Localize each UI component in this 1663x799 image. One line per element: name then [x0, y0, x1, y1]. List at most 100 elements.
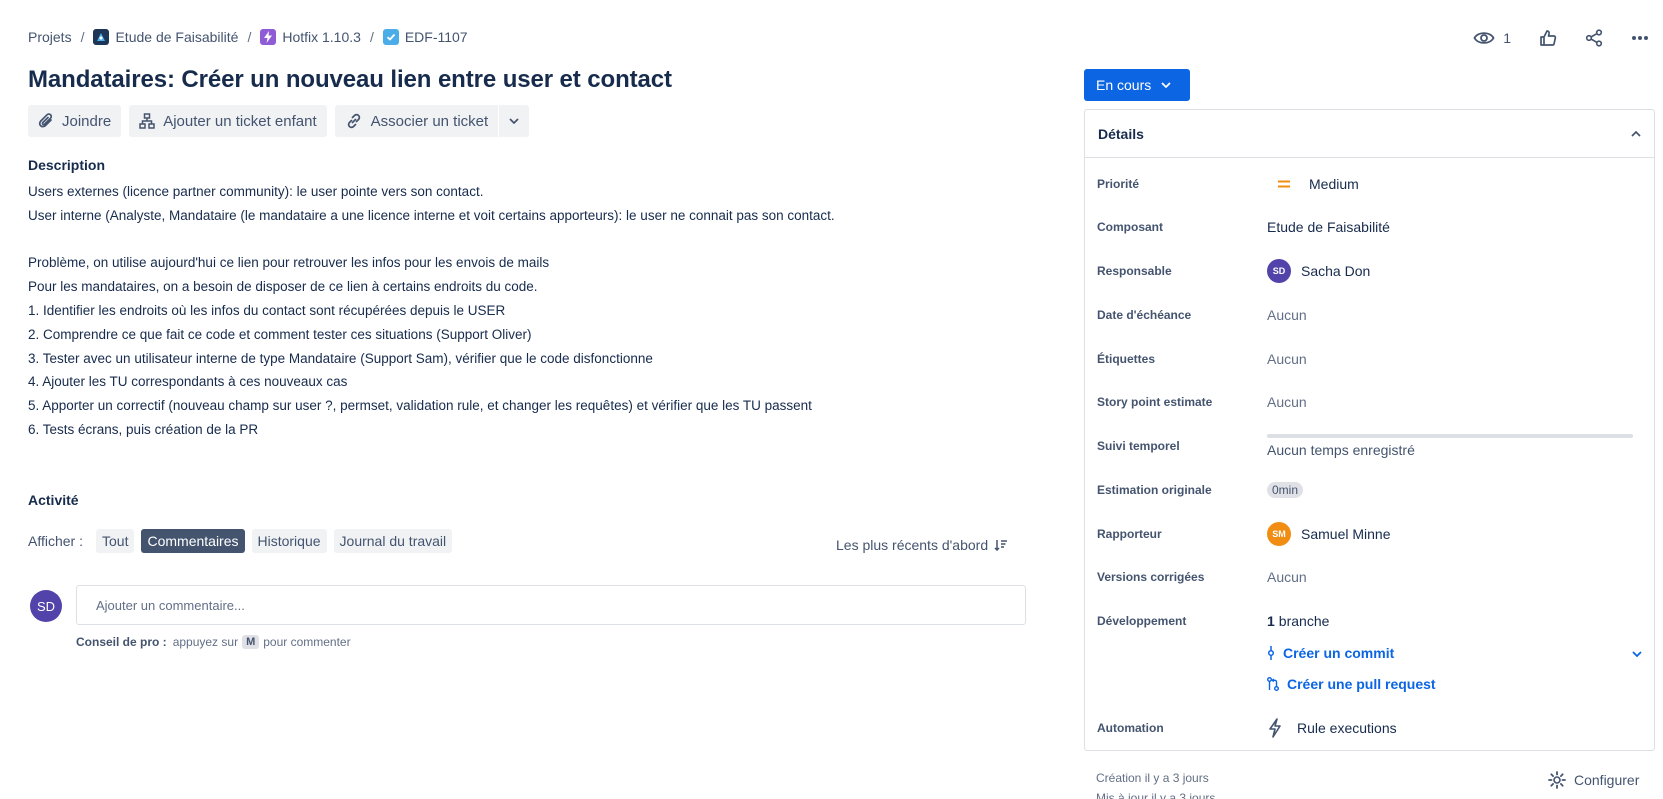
- field-value: Aucun: [1267, 569, 1307, 585]
- field-time-tracking[interactable]: Suivi temporel Aucun temps enregistré: [1097, 434, 1642, 458]
- field-label: Story point estimate: [1097, 395, 1213, 409]
- development-expand-toggle[interactable]: [1632, 644, 1642, 662]
- branch-word: branche: [1278, 613, 1330, 629]
- field-component[interactable]: Composant Etude de Faisabilité: [1097, 215, 1642, 239]
- field-assignee[interactable]: Responsable SD Sacha Don: [1097, 259, 1642, 283]
- field-label: Suivi temporel: [1097, 439, 1180, 453]
- chevron-down-icon: [1161, 82, 1171, 88]
- protip-label: Conseil de pro :: [76, 635, 167, 649]
- field-reporter[interactable]: Rapporteur SM Samuel Minne: [1097, 522, 1642, 546]
- description-line: 2. Comprendre ce que fait ce code et com…: [28, 326, 532, 342]
- filter-comments[interactable]: Commentaires: [141, 529, 245, 553]
- breadcrumb-projects[interactable]: Projets: [28, 29, 72, 45]
- breadcrumb-project-label: Etude de Faisabilité: [115, 29, 239, 45]
- configure-label: Configurer: [1574, 772, 1640, 788]
- field-label: Automation: [1097, 721, 1164, 735]
- priority-medium-icon: [1278, 180, 1290, 188]
- breadcrumb-issue[interactable]: EDF-1107: [382, 29, 468, 45]
- field-value: Medium: [1309, 176, 1359, 192]
- sort-order-label: Les plus récents d'abord: [836, 537, 989, 553]
- description-line: Problème, on utilise aujourd'hui ce lien…: [28, 255, 550, 271]
- field-priority[interactable]: Priorité Medium: [1097, 172, 1642, 196]
- configure-button[interactable]: Configurer: [1548, 771, 1639, 789]
- field-story-points[interactable]: Story point estimate Aucun: [1097, 390, 1642, 414]
- pull-request-icon: [1267, 677, 1279, 691]
- chevron-down-icon: [509, 118, 519, 124]
- more-create-dropdown[interactable]: [499, 105, 529, 137]
- field-automation[interactable]: Automation Rule executions: [1097, 716, 1642, 740]
- attach-label: Joindre: [62, 112, 112, 130]
- field-label: Versions corrigées: [1097, 570, 1205, 584]
- field-value: Aucun: [1267, 351, 1307, 367]
- description-line: Pour les mandataires, on a besoin de dis…: [28, 279, 538, 295]
- description-body[interactable]: Users externes (licence partner communit…: [28, 180, 978, 442]
- chevron-down-icon: [1632, 651, 1642, 658]
- assignee-avatar: SD: [1267, 259, 1291, 283]
- commit-icon: [1267, 646, 1275, 660]
- protip-suffix: pour commenter: [263, 635, 351, 649]
- updated-timestamp: Mis à jour il y a 3 jours: [1096, 791, 1216, 799]
- create-commit-link[interactable]: Créer un commit: [1267, 645, 1394, 661]
- sort-order-button[interactable]: Les plus récents d'abord: [836, 537, 1008, 553]
- create-pr-row: Créer une pull request: [1267, 672, 1642, 696]
- description-line: Users externes (licence partner communit…: [28, 184, 484, 199]
- breadcrumb-issue-key: EDF-1107: [404, 29, 468, 45]
- gear-icon: [1548, 771, 1566, 789]
- activity-heading: Activité: [28, 492, 79, 508]
- watch-button[interactable]: 1: [1469, 24, 1515, 52]
- issue-title[interactable]: Mandataires: Créer un nouveau lien entre…: [28, 66, 672, 94]
- filter-history[interactable]: Historique: [251, 529, 327, 553]
- hierarchy-icon: [139, 113, 155, 129]
- field-value: 0min: [1267, 482, 1304, 498]
- status-button[interactable]: En cours: [1084, 69, 1190, 101]
- field-development: Développement 1 branche: [1097, 609, 1642, 633]
- breadcrumb-version-label: Hotfix 1.10.3: [282, 29, 361, 45]
- description-line: 1. Identifier les endroits où les infos …: [28, 302, 506, 318]
- share-button[interactable]: [1581, 24, 1607, 52]
- details-panel: Détails Priorité Medium Composant Etude …: [1084, 109, 1655, 751]
- breadcrumb: Projets / Etude de Faisabilité / Hotfix …: [28, 29, 468, 45]
- sort-descending-icon: [994, 540, 1008, 551]
- field-label: Date d'échéance: [1097, 308, 1192, 322]
- breadcrumb-project[interactable]: Etude de Faisabilité: [93, 29, 238, 45]
- add-child-button[interactable]: Ajouter un ticket enfant: [129, 105, 327, 137]
- watchers-count: 1: [1503, 30, 1511, 46]
- branch-summary[interactable]: 1 branche: [1267, 613, 1329, 629]
- field-value: Samuel Minne: [1301, 526, 1391, 542]
- activity-show-label: Afficher :: [28, 533, 83, 549]
- filter-worklog[interactable]: Journal du travail: [333, 529, 453, 553]
- add-child-label: Ajouter un ticket enfant: [163, 112, 317, 130]
- lightning-icon: [260, 29, 277, 45]
- link-issue-button[interactable]: Associer un ticket: [335, 105, 499, 137]
- create-pull-request-link[interactable]: Créer une pull request: [1267, 676, 1436, 692]
- field-value: Sacha Don: [1301, 263, 1371, 279]
- details-header[interactable]: Détails: [1085, 110, 1654, 158]
- field-fix-versions[interactable]: Versions corrigées Aucun: [1097, 565, 1642, 589]
- description-line: [28, 228, 978, 252]
- field-labels[interactable]: Étiquettes Aucun: [1097, 347, 1642, 371]
- create-pr-label: Créer une pull request: [1287, 676, 1436, 692]
- field-label: Étiquettes: [1097, 352, 1156, 366]
- field-value: Aucun: [1267, 394, 1307, 410]
- lightning-bolt-icon: [1269, 718, 1281, 738]
- description-line: 4. Ajouter les TU correspondants à ces n…: [28, 374, 348, 390]
- branch-count: 1: [1267, 613, 1275, 629]
- attach-button[interactable]: Joindre: [28, 105, 122, 137]
- field-value: Aucun temps enregistré: [1267, 442, 1415, 458]
- thumbs-up-icon: [1540, 30, 1557, 46]
- field-original-estimate[interactable]: Estimation originale 0min: [1097, 478, 1642, 502]
- field-label: Rapporteur: [1097, 527, 1162, 541]
- vote-button[interactable]: [1535, 24, 1561, 52]
- field-due-date[interactable]: Date d'échéance Aucun: [1097, 303, 1642, 327]
- comment-input[interactable]: Ajouter un commentaire...: [76, 585, 1026, 625]
- breadcrumb-version[interactable]: Hotfix 1.10.3: [260, 29, 361, 45]
- field-value: Rule executions: [1297, 720, 1397, 736]
- breadcrumb-separator: /: [247, 29, 252, 45]
- more-actions-button[interactable]: [1627, 24, 1653, 52]
- create-commit-row: Créer un commit: [1267, 641, 1642, 665]
- description-line: User interne (Analyste, Mandataire (le m…: [28, 207, 835, 223]
- issue-toolbar: Joindre Ajouter un ticket enfant Associe…: [28, 105, 530, 137]
- reporter-avatar: SM: [1267, 522, 1291, 546]
- filter-all[interactable]: Tout: [96, 529, 135, 553]
- paperclip-icon: [38, 113, 53, 128]
